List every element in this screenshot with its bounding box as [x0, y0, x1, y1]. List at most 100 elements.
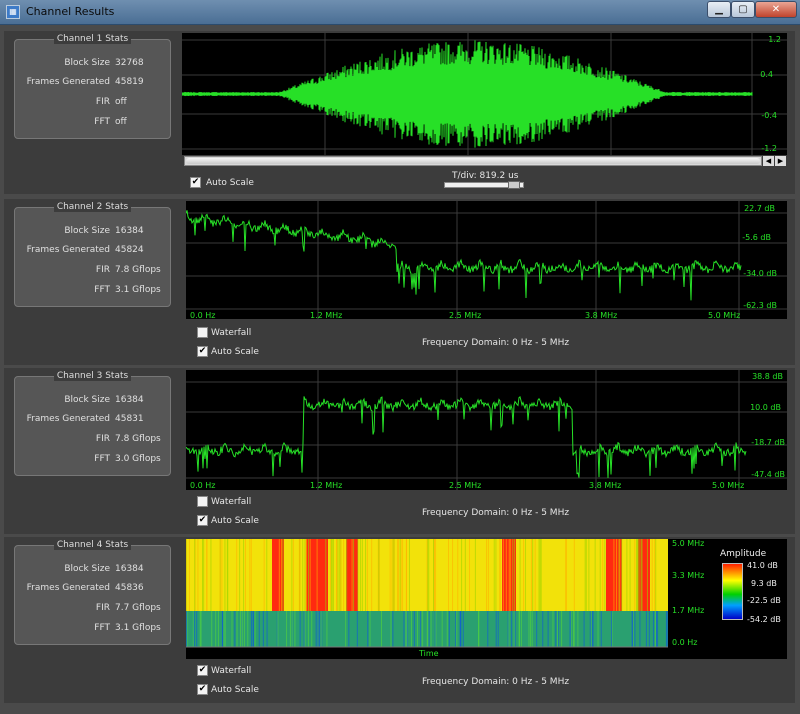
stat-label: FIR — [95, 603, 110, 613]
stat-value: 45824 — [115, 245, 144, 255]
waterfall-checkbox[interactable] — [197, 327, 208, 338]
stat-value: 3.1 Gflops — [115, 285, 161, 295]
y-axis-label: 0.4 — [760, 70, 773, 79]
scroll-right-button[interactable]: ▶ — [775, 156, 786, 166]
channel-1-panel: Channel 1 Stats Block Size 32768 Frames G… — [4, 31, 795, 194]
stat-value: 3.0 Gflops — [115, 454, 161, 464]
tdiv-slider[interactable] — [444, 181, 524, 189]
app-icon: ▦ — [6, 5, 20, 19]
stat-value: 16384 — [115, 564, 144, 574]
y-axis-label: 1.7 MHz — [672, 606, 705, 615]
y-axis-label: -62.3 dB — [743, 301, 777, 310]
channel-2-stats-title: Channel 2 Stats — [53, 202, 132, 212]
scroll-left-button[interactable]: ◀ — [763, 156, 774, 166]
auto-scale-checkbox[interactable]: ✔ — [197, 684, 208, 695]
spectrum-plot-channel-3: 38.8 dB 10.0 dB -18.7 dB -47.4 dB 0.0 Hz… — [186, 370, 787, 490]
stat-label: Block Size — [64, 58, 110, 68]
legend-label: -22.5 dB — [747, 596, 781, 605]
auto-scale-checkbox[interactable]: ✔ — [197, 346, 208, 357]
stat-label: Block Size — [64, 395, 110, 405]
stat-value: 16384 — [115, 395, 144, 405]
stat-label: Block Size — [64, 564, 110, 574]
tdiv-slider-handle[interactable] — [508, 181, 520, 189]
y-axis-label: 0.0 Hz — [672, 638, 698, 647]
waterfall-checkbox[interactable] — [197, 496, 208, 507]
y-axis-label: 10.0 dB — [750, 403, 781, 412]
x-axis-label: 5.0 MHz — [708, 311, 741, 320]
channel-2-stats: Channel 2 Stats Block Size 16384 Frames G… — [14, 202, 171, 307]
y-axis-label: 5.0 MHz — [672, 539, 705, 548]
auto-scale-label: Auto Scale — [211, 516, 259, 526]
stat-label: Frames Generated — [26, 583, 110, 593]
y-axis-label: -34.0 dB — [743, 269, 777, 278]
title-bar[interactable]: ▦ Channel Results ▁ ▢ ✕ — [0, 0, 800, 25]
maximize-button[interactable]: ▢ — [731, 1, 755, 18]
auto-scale-checkbox[interactable]: ✔ — [190, 177, 201, 188]
frequency-domain-label: Frequency Domain: 0 Hz - 5 MHz — [422, 338, 570, 348]
legend-label: 41.0 dB — [747, 561, 778, 570]
stat-label: Frames Generated — [26, 414, 110, 424]
stat-value: 7.8 Gflops — [115, 434, 161, 444]
auto-scale-checkbox[interactable]: ✔ — [197, 515, 208, 526]
y-axis-label: 1.2 — [768, 35, 781, 44]
stat-value: 7.7 Gflops — [115, 603, 161, 613]
y-axis-label: -18.7 dB — [751, 438, 785, 447]
stat-label: FFT — [94, 285, 110, 295]
channel-3-stats-title: Channel 3 Stats — [53, 371, 132, 381]
x-axis-title: Time — [419, 649, 439, 658]
x-axis-label: 3.8 MHz — [585, 311, 618, 320]
x-axis-label: 0.0 Hz — [190, 311, 216, 320]
close-button[interactable]: ✕ — [755, 1, 797, 18]
amplitude-colorbar — [722, 563, 743, 620]
x-axis-label: 2.5 MHz — [449, 311, 482, 320]
channel-2-panel: Channel 2 Stats Block Size 16384 Frames G… — [4, 199, 795, 365]
stat-value: off — [115, 97, 127, 107]
y-axis-label: -1.2 — [761, 144, 777, 153]
stat-label: Frames Generated — [26, 245, 110, 255]
auto-scale-label: Auto Scale — [211, 685, 259, 695]
stat-value: off — [115, 117, 127, 127]
stat-label: FFT — [94, 623, 110, 633]
time-scrollbar[interactable] — [184, 156, 762, 166]
auto-scale-label: Auto Scale — [211, 347, 259, 357]
channel-4-panel: Channel 4 Stats Block Size 16384 Frames G… — [4, 537, 795, 703]
channel-results-window: ▦ Channel Results ▁ ▢ ✕ Channel 1 Stats … — [0, 0, 800, 714]
stat-value: 45831 — [115, 414, 144, 424]
stat-label: FIR — [95, 265, 110, 275]
waterfall-checkbox[interactable]: ✔ — [197, 665, 208, 676]
x-axis-label: 0.0 Hz — [190, 481, 216, 490]
x-axis-label: 3.8 MHz — [589, 481, 622, 490]
y-axis-label: -0.4 — [761, 111, 777, 120]
spectrum-trace — [186, 370, 787, 490]
stat-label: FFT — [94, 117, 110, 127]
waterfall-label: Waterfall — [211, 666, 252, 676]
auto-scale-label: Auto Scale — [206, 178, 254, 188]
frequency-domain-label: Frequency Domain: 0 Hz - 5 MHz — [422, 677, 570, 687]
stat-label: FFT — [94, 454, 110, 464]
y-axis-label: 22.7 dB — [744, 204, 775, 213]
stat-label: Block Size — [64, 226, 110, 236]
time-domain-plot: 1.2 0.4 -0.4 -1.2 — [182, 33, 787, 155]
minimize-button[interactable]: ▁ — [707, 1, 731, 18]
channel-4-stats-title: Channel 4 Stats — [53, 540, 132, 550]
legend-label: -54.2 dB — [747, 615, 781, 624]
scrollbar-thumb[interactable] — [186, 158, 760, 164]
waterfall-label: Waterfall — [211, 497, 252, 507]
y-axis-label: 3.3 MHz — [672, 571, 705, 580]
stat-value: 7.8 Gflops — [115, 265, 161, 275]
stat-label: Frames Generated — [26, 77, 110, 87]
window-title: Channel Results — [26, 5, 115, 18]
spectrum-plot-channel-2: 22.7 dB -5.6 dB -34.0 dB -62.3 dB 0.0 Hz… — [186, 201, 787, 320]
x-axis-label: 1.2 MHz — [310, 481, 343, 490]
stat-label: FIR — [95, 97, 110, 107]
tdiv-label: T/div: 819.2 us — [452, 171, 519, 181]
legend-title: Amplitude — [720, 549, 767, 559]
stat-label: FIR — [95, 434, 110, 444]
channel-3-stats: Channel 3 Stats Block Size 16384 Frames G… — [14, 371, 171, 476]
stat-value: 3.1 Gflops — [115, 623, 161, 633]
channel-4-stats: Channel 4 Stats Block Size 16384 Frames G… — [14, 540, 171, 645]
y-axis-label: 38.8 dB — [752, 372, 783, 381]
stat-value: 45819 — [115, 77, 144, 87]
frequency-domain-label: Frequency Domain: 0 Hz - 5 MHz — [422, 508, 570, 518]
channel-3-panel: Channel 3 Stats Block Size 16384 Frames G… — [4, 368, 795, 534]
